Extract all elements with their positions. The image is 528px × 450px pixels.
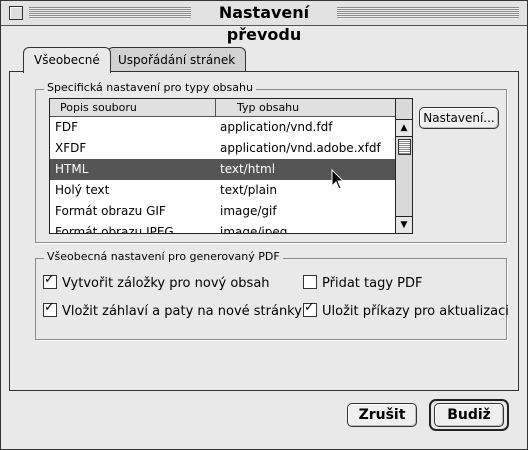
- tab-page-layout-label: Uspořádání stránek: [118, 53, 236, 67]
- mouse-pointer-icon: [331, 169, 345, 190]
- row-file-description: Formát obrazu GIF: [55, 204, 166, 218]
- ok-button[interactable]: Budiž: [434, 403, 504, 427]
- row-content-type: image/gif: [220, 204, 277, 218]
- list-row-jpeg[interactable]: Formát obrazu JPEG image/jpeg: [50, 222, 395, 234]
- settings-button[interactable]: Nastavení...: [419, 107, 499, 129]
- list-row-gif[interactable]: Formát obrazu GIF image/gif: [50, 201, 395, 222]
- tab-general[interactable]: Všeobecné: [23, 47, 111, 73]
- list-row-fdf[interactable]: FDF application/vnd.fdf: [50, 117, 395, 138]
- add-pdf-tags-label: Přidat tagy PDF: [322, 276, 423, 291]
- tab-page-layout[interactable]: Uspořádání stránek: [107, 47, 247, 72]
- content-type-list[interactable]: Popis souboru Typ obsahu FDF application…: [49, 98, 413, 234]
- scroll-down-arrow-icon[interactable]: ▼: [396, 216, 412, 233]
- row-content-type: application/vnd.adobe.xfdf: [220, 141, 381, 155]
- row-file-description: FDF: [55, 120, 79, 134]
- row-content-type: text/plain: [220, 183, 277, 197]
- checkmark-icon: ✓: [304, 300, 315, 315]
- row-file-description: HTML: [55, 162, 89, 176]
- checkmark-icon: ✓: [44, 272, 55, 287]
- checkbox-box[interactable]: ✓: [43, 272, 57, 289]
- create-bookmarks-label: Vytvořit záložky pro nový obsah: [62, 276, 270, 291]
- row-file-description: Holý text: [55, 183, 110, 197]
- row-content-type: image/jpeg: [220, 225, 288, 234]
- pdf-settings-group: Všeobecná nastavení pro generovaný PDF: [35, 250, 507, 340]
- save-refresh-commands-label: Uložit příkazy pro aktualizaci: [322, 304, 509, 319]
- content-type-group-label: Specifická nastavení pro typy obsahu: [44, 81, 256, 94]
- window-title: Nastavení převodu: [191, 2, 337, 44]
- close-box-icon[interactable]: [9, 6, 23, 20]
- checkbox-box[interactable]: ✓: [303, 300, 317, 317]
- checkmark-icon: ✓: [44, 300, 55, 315]
- save-refresh-commands-checkbox[interactable]: ✓ Uložit příkazy pro aktualizaci: [303, 300, 509, 321]
- checkbox-box[interactable]: [303, 275, 317, 289]
- list-header: Popis souboru Typ obsahu: [50, 99, 395, 117]
- cancel-button[interactable]: Zrušit: [347, 403, 417, 427]
- insert-headers-footers-label: Vložit záhlaví a paty na nové stránky: [62, 304, 302, 319]
- scroll-thumb[interactable]: [398, 139, 411, 155]
- list-scrollbar[interactable]: ▲ ▼: [395, 99, 412, 233]
- create-bookmarks-checkbox[interactable]: ✓ Vytvořit záložky pro nový obsah: [43, 272, 270, 293]
- add-pdf-tags-checkbox[interactable]: Přidat tagy PDF: [303, 275, 422, 293]
- title-bar[interactable]: Nastavení převodu: [1, 1, 527, 44]
- list-row-xfdf[interactable]: XFDF application/vnd.adobe.xfdf: [50, 138, 395, 159]
- insert-headers-footers-checkbox[interactable]: ✓ Vložit záhlaví a paty na nové stránky: [43, 300, 302, 321]
- row-content-type: application/vnd.fdf: [220, 120, 333, 134]
- tab-general-label: Všeobecné: [34, 53, 100, 67]
- row-file-description: Formát obrazu JPEG: [55, 225, 174, 234]
- scroll-up-arrow-icon[interactable]: ▲: [396, 119, 412, 137]
- pdf-group-label: Všeobecná nastavení pro generovaný PDF: [44, 250, 283, 263]
- conversion-settings-dialog: Nastavení převodu Všeobecné Uspořádání s…: [0, 0, 528, 450]
- row-file-description: XFDF: [55, 141, 87, 155]
- row-content-type: text/html: [220, 162, 276, 176]
- column-header-file-description[interactable]: Popis souboru: [50, 99, 216, 116]
- checkbox-box[interactable]: ✓: [43, 300, 57, 317]
- column-header-content-type[interactable]: Typ obsahu: [217, 99, 395, 116]
